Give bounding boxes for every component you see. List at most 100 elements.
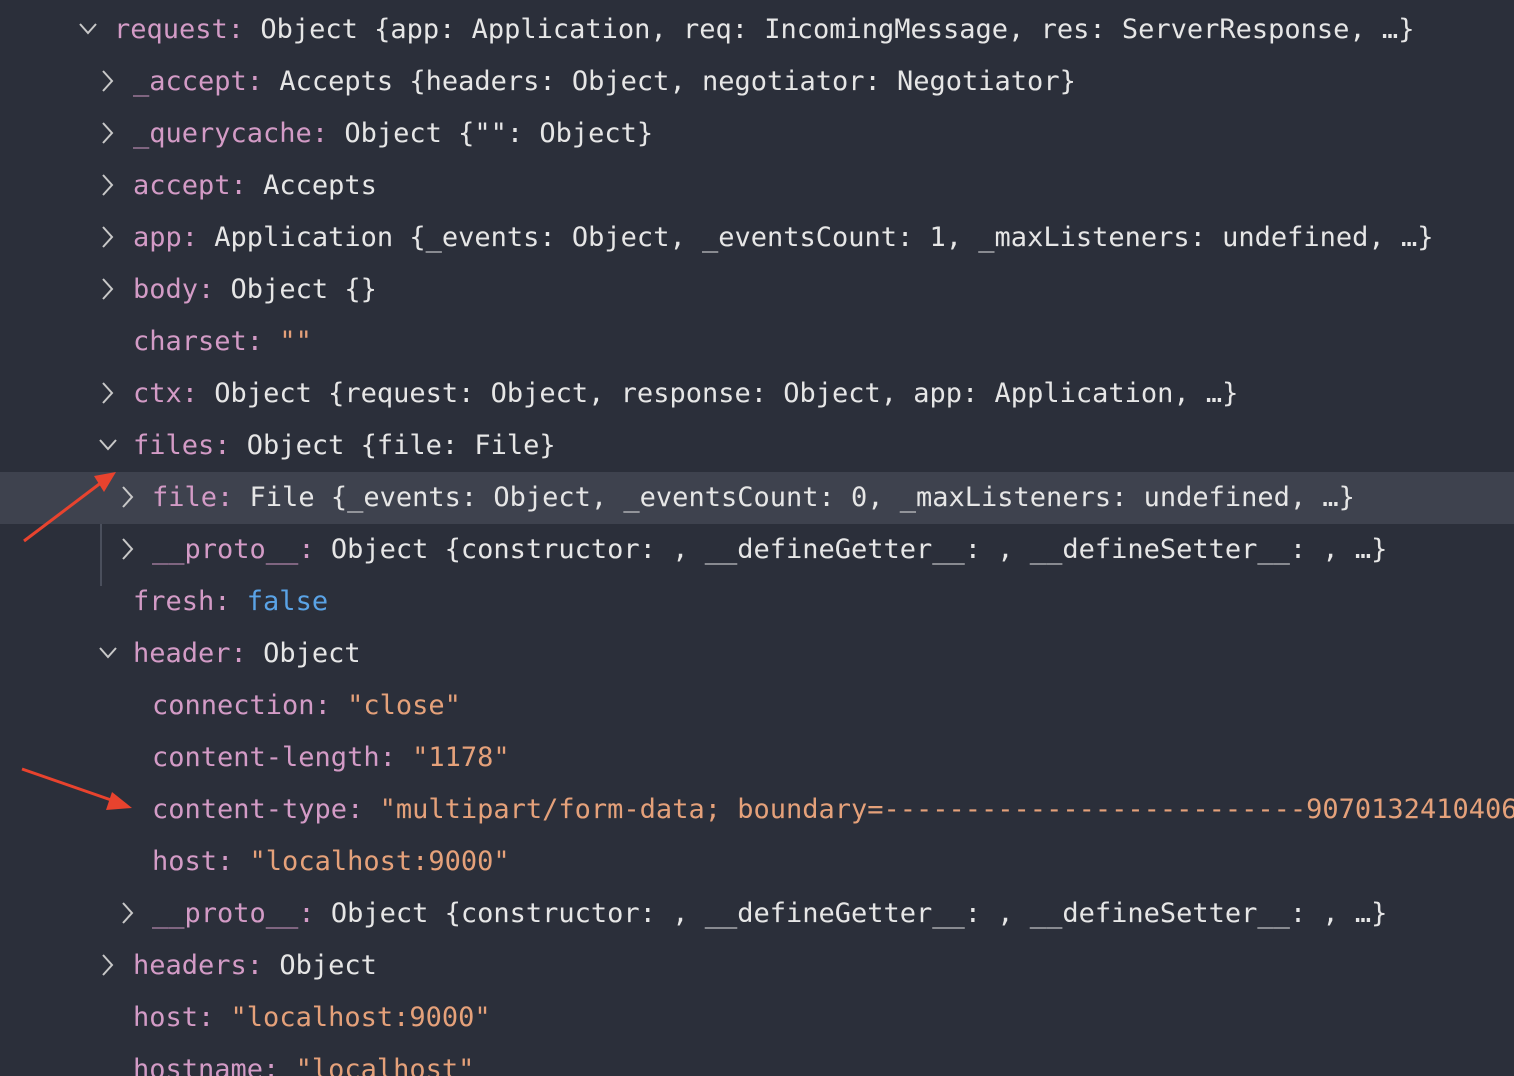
key-separator: : [230, 170, 264, 201]
property-value: "close" [347, 690, 461, 721]
key-separator: : [246, 326, 280, 357]
property-key: _querycache [133, 118, 312, 149]
chevron-right-icon[interactable] [98, 276, 118, 304]
tree-row[interactable]: file: File {_events: Object, _eventsCoun… [0, 472, 1514, 524]
key-separator: : [311, 118, 345, 149]
tree-row-content: charset: "" [133, 316, 312, 368]
tree-row[interactable]: ctx: Object {request: Object, response: … [0, 368, 1514, 420]
key-separator: : [227, 14, 261, 45]
tree-row[interactable]: body: Object {} [0, 264, 1514, 316]
tree-row-content: __proto__: Object {constructor: , __defi… [152, 524, 1387, 576]
property-key: fresh [133, 586, 215, 617]
property-key: __proto__ [152, 898, 299, 929]
tree-row-content: accept: Accepts [133, 160, 377, 212]
key-separator: : [198, 274, 231, 305]
key-separator: : [263, 1054, 296, 1076]
tree-row[interactable]: accept: Accepts [0, 160, 1514, 212]
property-value: "localhost:9000" [249, 846, 510, 877]
property-value: "localhost" [295, 1054, 475, 1076]
tree-row[interactable]: __proto__: Object {constructor: , __defi… [0, 888, 1514, 940]
property-key: content-length [152, 742, 380, 773]
tree-row[interactable]: host: "localhost:9000" [0, 992, 1514, 1044]
property-value: "multipart/form-data; boundary=---------… [379, 794, 1514, 825]
chevron-right-icon[interactable] [98, 380, 118, 408]
property-key: content-type [152, 794, 348, 825]
key-separator: : [379, 742, 413, 773]
property-key: ctx [133, 378, 182, 409]
property-key: app [133, 222, 182, 253]
tree-row[interactable]: app: Application {_events: Object, _even… [0, 212, 1514, 264]
tree-row[interactable]: content-length: "1178" [0, 732, 1514, 784]
tree-row[interactable]: files: Object {file: File} [0, 420, 1514, 472]
property-value: File {_events: Object, _eventsCount: 0, … [249, 482, 1355, 513]
tree-row[interactable]: connection: "close" [0, 680, 1514, 732]
tree-row[interactable]: hostname: "localhost" [0, 1044, 1514, 1076]
key-separator: : [298, 534, 331, 565]
tree-row-content: ctx: Object {request: Object, response: … [133, 368, 1238, 420]
chevron-right-icon[interactable] [98, 120, 118, 148]
property-value: "1178" [412, 742, 510, 773]
tree-row-content: header: Object [133, 628, 361, 680]
property-value: Object {file: File} [246, 430, 556, 461]
property-value: Object {request: Object, response: Objec… [214, 378, 1239, 409]
chevron-right-icon[interactable] [118, 900, 138, 928]
tree-row-content: app: Application {_events: Object, _even… [133, 212, 1433, 264]
property-key: body [133, 274, 199, 305]
tree-row-content: content-length: "1178" [152, 732, 510, 784]
chevron-right-icon[interactable] [98, 952, 118, 980]
chevron-right-icon[interactable] [98, 68, 118, 96]
tree-row[interactable]: charset: "" [0, 316, 1514, 368]
property-value: Object {"": Object} [344, 118, 654, 149]
chevron-right-icon[interactable] [98, 224, 118, 252]
key-separator: : [214, 586, 247, 617]
property-value: false [246, 586, 329, 617]
tree-row[interactable]: headers: Object [0, 940, 1514, 992]
chevron-down-icon[interactable] [98, 432, 118, 460]
tree-row[interactable]: content-type: "multipart/form-data; boun… [0, 784, 1514, 836]
key-separator: : [217, 846, 250, 877]
chevron-right-icon[interactable] [98, 172, 118, 200]
chevron-down-icon[interactable] [78, 16, 98, 44]
tree-row-content: request: Object {app: Application, req: … [114, 4, 1414, 56]
property-key: _accept [133, 66, 247, 97]
property-key: files [133, 430, 215, 461]
tree-row[interactable]: fresh: false [0, 576, 1514, 628]
tree-row-content: _accept: Accepts {headers: Object, negot… [133, 56, 1076, 108]
property-key: file [152, 482, 218, 513]
property-key: connection [152, 690, 315, 721]
tree-row-content: body: Object {} [133, 264, 377, 316]
property-value: "localhost:9000" [230, 1002, 491, 1033]
tree-row[interactable]: __proto__: Object {constructor: , __defi… [0, 524, 1514, 576]
chevron-right-icon[interactable] [118, 484, 138, 512]
tree-row[interactable]: request: Object {app: Application, req: … [0, 4, 1514, 56]
key-separator: : [217, 482, 250, 513]
property-key: hostname [133, 1054, 264, 1076]
key-separator: : [181, 222, 215, 253]
property-value: Object [279, 950, 377, 981]
tree-row-content: file: File {_events: Object, _eventsCoun… [152, 472, 1355, 524]
property-value: Object [263, 638, 361, 669]
key-separator: : [246, 950, 280, 981]
key-separator: : [298, 898, 331, 929]
tree-row-content: connection: "close" [152, 680, 461, 732]
key-separator: : [214, 430, 247, 461]
property-value: Accepts [263, 170, 377, 201]
tree-row[interactable]: header: Object [0, 628, 1514, 680]
tree-row[interactable]: host: "localhost:9000" [0, 836, 1514, 888]
tree-row-content: files: Object {file: File} [133, 420, 556, 472]
property-value: Object {app: Application, req: IncomingM… [260, 14, 1415, 45]
tree-row-content: __proto__: Object {constructor: , __defi… [152, 888, 1387, 940]
tree-row[interactable]: _accept: Accepts {headers: Object, negot… [0, 56, 1514, 108]
property-key: request [114, 14, 228, 45]
chevron-down-icon[interactable] [98, 640, 118, 668]
tree-row[interactable]: _querycache: Object {"": Object} [0, 108, 1514, 160]
property-value: Object {} [230, 274, 377, 305]
property-value: "" [279, 326, 312, 357]
chevron-right-icon[interactable] [118, 536, 138, 564]
property-key: charset [133, 326, 247, 357]
tree-row-content: host: "localhost:9000" [133, 992, 491, 1044]
key-separator: : [314, 690, 348, 721]
property-key: host [133, 1002, 199, 1033]
key-separator: : [246, 66, 280, 97]
property-key: header [133, 638, 231, 669]
